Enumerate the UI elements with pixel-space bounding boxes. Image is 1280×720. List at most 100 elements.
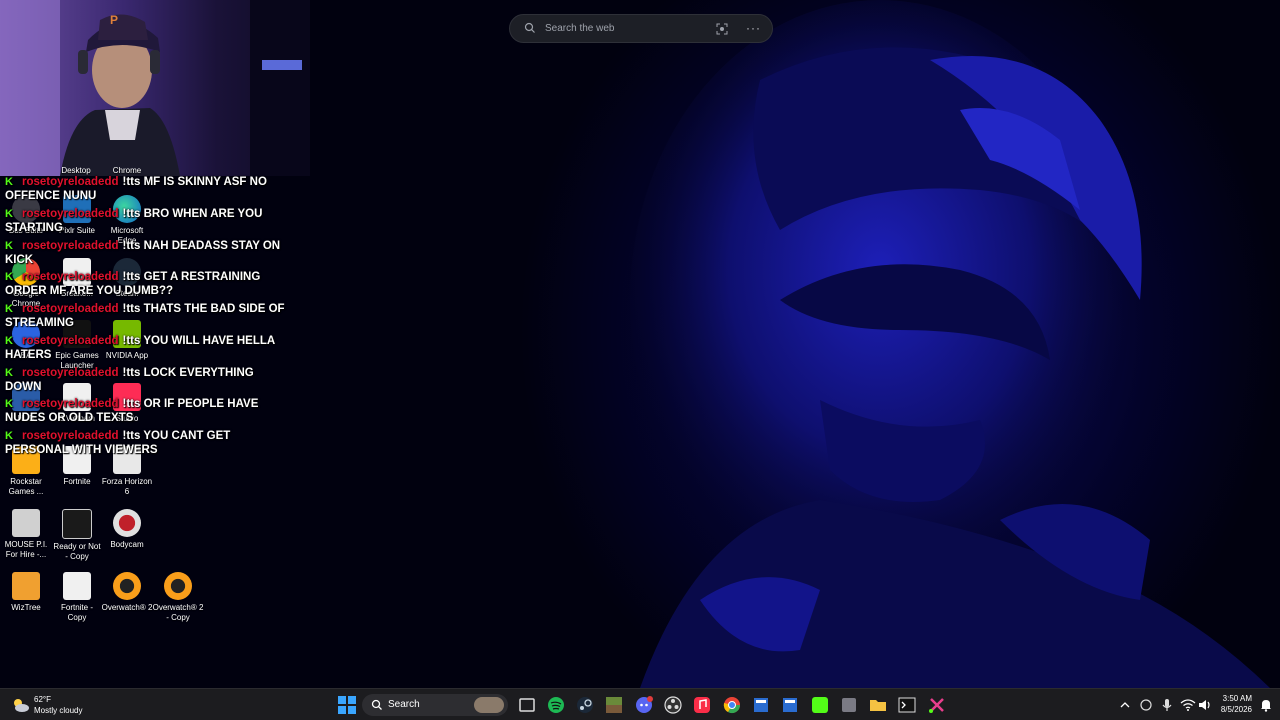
kick-icon: K xyxy=(5,176,13,188)
desktop-icon-overwatch-copy[interactable]: Overwatch® 2 - Copy xyxy=(152,572,204,623)
task-view-icon[interactable] xyxy=(517,695,537,715)
chat-text-cont: ORDER MF ARE YOU DUMB?? xyxy=(5,285,174,297)
chat-username: rosetoyreloadedd xyxy=(22,208,119,220)
visual-search-icon[interactable] xyxy=(716,23,728,35)
volume-icon[interactable] xyxy=(1195,695,1215,715)
chat-text-cont: NUDES OR OLD TEXTS xyxy=(5,412,134,424)
bodycam-icon xyxy=(113,509,141,537)
webcam-overlay: P xyxy=(0,0,310,176)
chat-username: rosetoyreloadedd xyxy=(22,240,119,252)
steam-icon[interactable] xyxy=(575,695,595,715)
kick-icon: K xyxy=(5,430,13,442)
taskbar: 62°F Mostly cloudy Search 3:50 AM 8/5/20… xyxy=(0,688,1280,720)
chat-message: Krosetoyreloadedd !tts THATS THE BAD SIDE… xyxy=(5,302,295,330)
discord-icon[interactable] xyxy=(634,695,654,715)
chat-message: Krosetoyreloadedd !tts YOU CANT GET PERSO… xyxy=(5,429,295,457)
chat-message: Krosetoyreloadedd !tts MF IS SKINNY ASF N… xyxy=(5,175,295,203)
chat-message: Krosetoyreloadedd !tts YOU WILL HAVE HELL… xyxy=(5,334,295,362)
kick-icon: K xyxy=(5,335,13,347)
wiztree-icon xyxy=(12,572,40,600)
desktop-icon-wiztree[interactable]: WizTree xyxy=(0,572,52,613)
icon-label: MOUSE P.I. For Hire -... xyxy=(4,540,48,559)
network-activity-icon[interactable] xyxy=(1136,695,1156,715)
obs-icon[interactable] xyxy=(663,695,683,715)
icon-label: Overwatch® 2 - Copy xyxy=(152,603,204,622)
kick-app-icon[interactable] xyxy=(810,695,830,715)
generic-app-icon[interactable] xyxy=(839,695,859,715)
icon-label: Ready or Not - Copy xyxy=(53,542,101,561)
clock-time: 3:50 AM xyxy=(1222,694,1252,703)
folder-icon[interactable] xyxy=(868,695,888,715)
chat-text: !tts LOCK EVERYTHING xyxy=(122,367,254,379)
chat-username: rosetoyreloadedd xyxy=(22,367,119,379)
weather-temp: 62°F xyxy=(34,695,51,704)
more-options-icon[interactable]: ··· xyxy=(746,21,761,35)
chat-username: rosetoyreloadedd xyxy=(22,335,119,347)
web-search-input[interactable]: Search the web xyxy=(545,23,615,34)
webcam-person: P xyxy=(0,0,310,176)
icon-label: Forza Horizon 6 xyxy=(101,477,153,496)
search-icon xyxy=(371,699,382,710)
spotify-icon[interactable] xyxy=(546,695,566,715)
app-icon xyxy=(12,509,40,537)
chat-username: rosetoyreloadedd xyxy=(22,303,119,315)
kick-icon: K xyxy=(5,303,13,315)
chat-username: rosetoyreloadedd xyxy=(22,430,119,442)
ready-or-not-icon xyxy=(62,509,92,539)
snipping-tool-icon[interactable] xyxy=(927,695,947,715)
chat-username: rosetoyreloadedd xyxy=(22,271,119,283)
search-icon xyxy=(524,22,535,33)
weather-condition: Mostly cloudy xyxy=(34,706,83,715)
app-window-icon-2[interactable] xyxy=(780,695,800,715)
kick-icon: K xyxy=(5,240,13,252)
clock-date: 8/5/2026 xyxy=(1220,705,1252,714)
desktop-icon-bodycam[interactable]: Bodycam xyxy=(101,509,153,550)
overwatch-icon xyxy=(164,572,192,600)
icon-label: Bodycam xyxy=(110,540,144,549)
icon-label: WizTree xyxy=(11,603,41,612)
kick-icon: K xyxy=(5,398,13,410)
chat-username: rosetoyreloadedd xyxy=(22,176,119,188)
cloud-icon xyxy=(14,699,29,712)
kick-icon: K xyxy=(5,208,13,220)
chat-text: !tts YOU WILL HAVE HELLA xyxy=(122,335,276,347)
chat-text-cont: PERSONAL WITH VIEWERS xyxy=(5,444,158,456)
icon-label: Fortnite - Copy xyxy=(60,603,93,622)
chat-text-cont: OFFENCE NUNU xyxy=(5,190,97,202)
icon-label: Fortnite xyxy=(63,477,91,486)
chat-text: !tts MF IS SKINNY ASF NO xyxy=(122,176,267,188)
app-window-icon[interactable] xyxy=(751,695,771,715)
chat-text: !tts GET A RESTRAINING xyxy=(122,271,261,283)
terminal-icon[interactable] xyxy=(897,695,917,715)
chat-message: Krosetoyreloadedd !tts NAH DEADASS STAY O… xyxy=(5,239,295,267)
chat-username: rosetoyreloadedd xyxy=(22,398,119,410)
clock[interactable]: 3:50 AM 8/5/2026 xyxy=(1221,693,1252,715)
icon-label: Overwatch® 2 xyxy=(101,603,153,612)
desktop-icon-ready-or-not[interactable]: Ready or Not - Copy xyxy=(51,509,103,562)
chat-text-cont: KICK xyxy=(5,254,34,266)
taskbar-search-label: Search xyxy=(388,699,420,710)
chrome-icon[interactable] xyxy=(722,695,742,715)
icon-label: Rockstar Games ... xyxy=(8,477,44,496)
taskbar-search[interactable]: Search xyxy=(362,694,508,716)
microphone-icon[interactable] xyxy=(1157,695,1177,715)
kick-icon: K xyxy=(5,367,13,379)
web-search-widget[interactable]: Search the web ··· xyxy=(509,14,773,43)
chevron-up-icon[interactable] xyxy=(1115,695,1135,715)
apple-music-icon[interactable] xyxy=(692,695,712,715)
chat-text-cont: STREAMING xyxy=(5,317,74,329)
minecraft-icon[interactable] xyxy=(604,695,624,715)
chat-text-cont: DOWN xyxy=(5,381,42,393)
notification-bell-icon[interactable] xyxy=(1256,695,1276,715)
desktop-icon-fortnite-copy[interactable]: Fortnite - Copy xyxy=(51,572,103,623)
file-icon xyxy=(63,572,91,600)
svg-text:P: P xyxy=(110,13,118,27)
desktop-icon-mouse-pi[interactable]: MOUSE P.I. For Hire -... xyxy=(0,509,52,560)
kick-icon: K xyxy=(5,271,13,283)
desktop-icon-overwatch[interactable]: Overwatch® 2 xyxy=(101,572,153,613)
chat-text: !tts NAH DEADASS STAY ON xyxy=(122,240,281,252)
chat-text: !tts BRO WHEN ARE YOU xyxy=(122,208,263,220)
weather-widget[interactable]: 62°F Mostly cloudy xyxy=(12,693,102,717)
chat-text: !tts THATS THE BAD SIDE OF xyxy=(122,303,285,315)
windows-start-icon[interactable] xyxy=(337,695,357,715)
